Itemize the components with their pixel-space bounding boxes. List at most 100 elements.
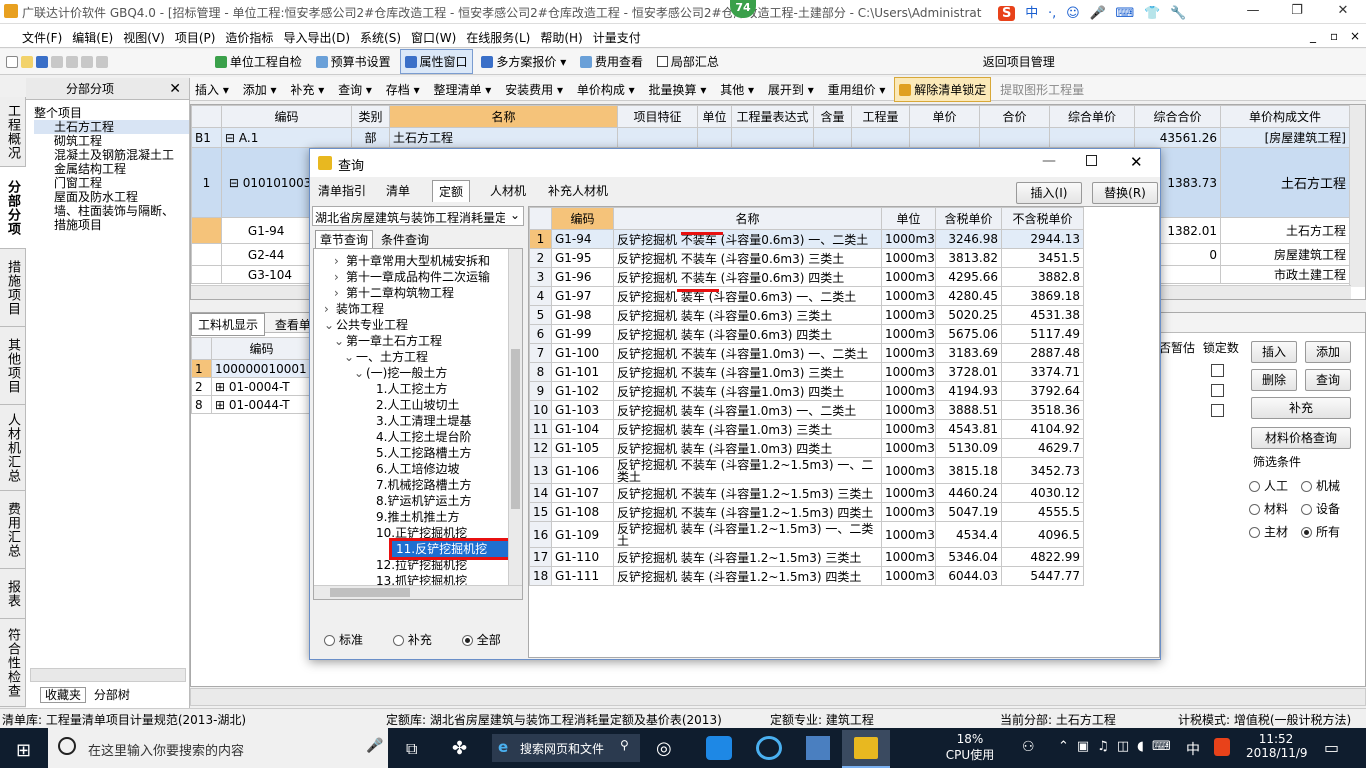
tree-node[interactable]: 6.人工培修边坡: [314, 461, 522, 477]
tree-item-roofing[interactable]: 屋面及防水工程: [34, 190, 189, 204]
lock-checkbox[interactable]: [1211, 364, 1224, 377]
new-icon[interactable]: [6, 56, 18, 68]
tab-resources[interactable]: 人材机: [484, 180, 532, 201]
table-row[interactable]: 12 G1-105 反铲挖掘机 装车 (斗容量1.0m3) 四类土 1000m3 513…: [529, 438, 1084, 458]
tree-node[interactable]: ⌄ (一)挖一般土方: [314, 365, 522, 381]
expand-icon[interactable]: ›: [334, 269, 346, 285]
tab-condition-query[interactable]: 条件查询: [377, 231, 433, 248]
expand-icon[interactable]: ›: [334, 253, 346, 269]
radio-supplement[interactable]: 补充: [392, 633, 432, 647]
tree-node-selected[interactable]: 11.反铲挖掘机挖: [389, 538, 513, 560]
tree-item-measures[interactable]: 措施项目: [34, 218, 189, 232]
table-row[interactable]: 10 G1-103 反铲挖掘机 装车 (斗容量1.0m3) 一、二类土 1000m3 3…: [529, 400, 1084, 420]
skin-icon[interactable]: 👕: [1144, 6, 1160, 21]
tree-hscroll[interactable]: [314, 585, 522, 599]
taskbar-search[interactable]: 在这里输入你要搜索的内容 🎤: [48, 728, 388, 768]
table-row[interactable]: B1 ⊟ A.1 部 土石方工程 43561.26 [房屋建筑工程]: [191, 127, 1350, 148]
tab-chapter-query[interactable]: 章节查询: [315, 230, 374, 249]
col-content[interactable]: 含量: [813, 105, 852, 128]
menu-payment[interactable]: 计量支付: [588, 24, 646, 51]
expand-icon[interactable]: ›: [334, 285, 346, 301]
tab-overview[interactable]: 工程概况: [0, 97, 26, 167]
quota-library-select[interactable]: 湖北省房屋建筑与装饰工程消耗量定 ⌄: [312, 206, 524, 226]
col-price-notax[interactable]: 不含税单价: [1001, 207, 1084, 230]
tree-node[interactable]: 7.机械挖路槽土方: [314, 477, 522, 493]
tree-node[interactable]: 1.人工挖土方: [314, 381, 522, 397]
app-icon-g[interactable]: [756, 736, 782, 760]
minimize-button[interactable]: —: [1230, 0, 1276, 24]
menu-import-export[interactable]: 导入导出(D): [278, 24, 355, 51]
radio-standard[interactable]: 标准: [324, 633, 363, 647]
radio-all[interactable]: 全部: [461, 633, 501, 647]
tree-item-doors[interactable]: 门窗工程: [34, 176, 189, 190]
query-button[interactable]: 查询 ▾: [333, 77, 377, 102]
res-delete-button[interactable]: 删除: [1251, 369, 1297, 391]
material-price-query-button[interactable]: 材料价格查询: [1251, 427, 1351, 449]
lock-checkbox[interactable]: [1211, 404, 1224, 417]
tree-root[interactable]: 整个项目: [34, 106, 189, 120]
tree-node[interactable]: 8.铲运机铲运土方: [314, 493, 522, 509]
tray-icons[interactable]: ⌃▣♫◫◖⌨: [1058, 739, 1179, 754]
menu-edit[interactable]: 编辑(E): [67, 24, 118, 51]
reuse-price-button[interactable]: 重用组价 ▾: [823, 77, 891, 102]
dialog-close-button[interactable]: ✕: [1130, 153, 1143, 171]
tree-node[interactable]: 3.人工清理土堤基: [314, 413, 522, 429]
table-row[interactable]: 4 G1-97 反铲挖掘机 装车 (斗容量0.6m3) 一、二类土 1000m3 428…: [529, 286, 1084, 306]
tab-supplement-resources[interactable]: 补充人材机: [542, 180, 614, 201]
menu-online[interactable]: 在线服务(L): [461, 24, 535, 51]
task-view-icon[interactable]: ⧉: [406, 739, 417, 759]
paste-icon[interactable]: [81, 56, 93, 68]
app-icon-clipboard[interactable]: [806, 736, 830, 760]
table-row[interactable]: 1 100000010001: [191, 359, 312, 378]
table-row[interactable]: 2 G1-95 反铲挖掘机 不装车 (斗容量0.6m3) 三类土 1000m3 3813…: [529, 248, 1084, 268]
table-row[interactable]: 8 G1-101 反铲挖掘机 不装车 (斗容量1.0m3) 三类土 1000m3 372…: [529, 362, 1084, 382]
tree-node[interactable]: › 装饰工程: [314, 301, 522, 317]
tree-node[interactable]: 10.正铲挖掘机挖: [314, 525, 522, 541]
cpu-meter[interactable]: 18% CPU使用: [940, 732, 1000, 763]
tab-list[interactable]: 清单: [380, 180, 416, 201]
col-price[interactable]: 单价: [909, 105, 980, 128]
pinwheel-icon[interactable]: ✤: [452, 738, 467, 759]
app-icon-blue[interactable]: [706, 736, 732, 760]
col-name[interactable]: 名称: [389, 105, 618, 128]
close-panel-icon[interactable]: ✕: [169, 78, 181, 100]
table-row[interactable]: 18 G1-111 反铲挖掘机 装车 (斗容量1.2~1.5m3) 四类土 1000m…: [529, 566, 1084, 586]
col-quota-code[interactable]: 编码: [551, 207, 614, 230]
windows-start-icon[interactable]: ⊞: [16, 740, 31, 761]
col-type[interactable]: 类别: [351, 105, 390, 128]
tab-list-guide[interactable]: 清单指引: [312, 180, 372, 201]
tab-compliance[interactable]: 符合性检查: [0, 619, 26, 707]
unlock-list-button[interactable]: 解除清单锁定: [894, 77, 992, 102]
tree-item-concrete[interactable]: 混凝土及钢筋混凝土工: [34, 148, 189, 162]
insert-button[interactable]: 插入 ▾: [190, 77, 234, 102]
expand-to-button[interactable]: 展开到 ▾: [763, 77, 819, 102]
cut-icon[interactable]: [51, 56, 63, 68]
tree-node[interactable]: ⌄ 一、土方工程: [314, 349, 522, 365]
menu-project[interactable]: 项目(P): [170, 24, 221, 51]
unit-price-button[interactable]: 单价构成 ▾: [572, 77, 640, 102]
table-row[interactable]: 2 ⊞ 01-0004-T: [191, 377, 312, 396]
favorites-tab[interactable]: 收藏夹: [40, 687, 87, 703]
tree-node[interactable]: › 第十二章构筑物工程: [314, 285, 522, 301]
open-icon[interactable]: [21, 56, 33, 68]
dialog-minimize-button[interactable]: —: [1042, 153, 1056, 169]
filter-equipment[interactable]: 设备: [1301, 502, 1340, 516]
batch-convert-button[interactable]: 批量换算 ▾: [644, 77, 712, 102]
budget-settings-button[interactable]: 预算书设置: [311, 49, 396, 74]
collapse-icon[interactable]: ⌄: [344, 349, 356, 365]
close-button[interactable]: ✕: [1320, 0, 1366, 24]
menu-view[interactable]: 视图(V): [118, 24, 170, 51]
undo-icon[interactable]: [96, 56, 108, 68]
col-res-code[interactable]: 编码: [211, 337, 312, 360]
col-comp-price[interactable]: 综合单价: [1049, 105, 1135, 128]
tab-measures[interactable]: 措施项目: [0, 249, 26, 327]
clock[interactable]: 11:52 2018/11/9: [1246, 732, 1308, 760]
toolbar-icons-left[interactable]: [0, 51, 116, 73]
filter-machine[interactable]: 机械: [1301, 479, 1340, 493]
table-row[interactable]: 7 G1-100 反铲挖掘机 不装车 (斗容量1.0m3) 一、二类土 1000m3 3…: [529, 343, 1084, 363]
tree-node[interactable]: 2.人工山坡切土: [314, 397, 522, 413]
tree-node[interactable]: 9.推土机推土方: [314, 509, 522, 525]
table-row[interactable]: 15 G1-108 反铲挖掘机 不装车 (斗容量1.2~1.5m3) 四类土 1000…: [529, 502, 1084, 522]
col-unit[interactable]: 单位: [697, 105, 732, 128]
table-row[interactable]: 16 G1-109 反铲挖掘机 装车 (斗容量1.2~1.5m3) 一、二类土 100…: [529, 521, 1084, 548]
